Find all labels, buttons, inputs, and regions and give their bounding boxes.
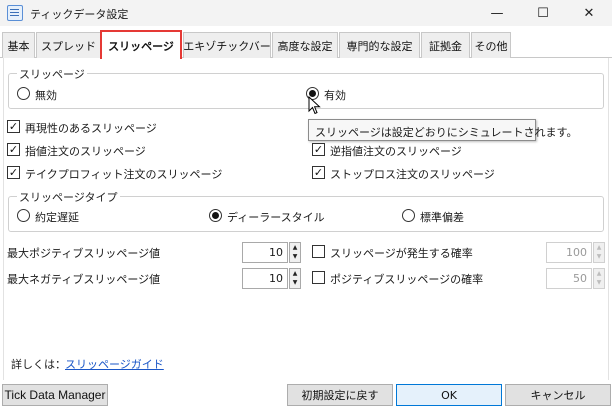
tab-spread[interactable]: スプレッド: [36, 32, 101, 58]
radio-standard-deviation[interactable]: [402, 209, 415, 222]
slippage-group-legend: スリッページ: [17, 66, 87, 82]
checkbox-reproducible-slippage-label: 再現性のあるスリッページ: [25, 122, 157, 135]
checkbox-slippage-probability[interactable]: [312, 245, 325, 258]
radio-execution-delay-label: 約定遅延: [35, 211, 79, 224]
minimize-button[interactable]: —: [474, 0, 520, 26]
checkbox-stop-loss-slippage-label: ストップロス注文のスリッページ: [330, 168, 495, 181]
checkbox-take-profit-slippage-label: テイクプロフィット注文のスリッページ: [25, 168, 223, 181]
tick-data-manager-button[interactable]: Tick Data Manager: [2, 384, 108, 406]
reset-defaults-button[interactable]: 初期設定に戻す: [287, 384, 393, 406]
spin-down-icon[interactable]: ▼: [594, 253, 604, 263]
tab-bar: 基本 スプレッド スリッページ エキゾチックバー 高度な設定 専門的な設定 証拠…: [0, 30, 612, 59]
positive-probability-spinner[interactable]: ▲ ▼: [593, 268, 605, 289]
close-button[interactable]: ✕: [566, 0, 612, 26]
tab-advanced[interactable]: 高度な設定: [272, 32, 338, 58]
max-negative-slippage-input[interactable]: 10: [242, 268, 288, 289]
spin-down-icon[interactable]: ▼: [290, 279, 300, 289]
tab-expert[interactable]: 専門的な設定: [339, 32, 420, 58]
radio-execution-delay[interactable]: [17, 209, 30, 222]
checkbox-positive-probability[interactable]: [312, 271, 325, 284]
window-title: ティックデータ設定: [30, 8, 129, 21]
slippage-type-group-legend: スリッページタイプ: [17, 189, 120, 205]
checkbox-limit-order-slippage[interactable]: ✓: [7, 143, 20, 156]
ok-button[interactable]: OK: [396, 384, 502, 406]
spin-up-icon[interactable]: ▲: [290, 243, 300, 253]
maximize-button[interactable]: ☐: [520, 0, 566, 26]
enabled-tooltip: スリッページは設定どおりにシミュレートされます。: [308, 119, 577, 141]
spin-down-icon[interactable]: ▼: [594, 279, 604, 289]
positive-probability-input[interactable]: 50: [546, 268, 592, 289]
details-prefix: 詳しくは：: [11, 358, 66, 371]
spin-up-icon[interactable]: ▲: [594, 269, 604, 279]
max-positive-slippage-label: 最大ポジティブスリッページ値: [7, 247, 161, 260]
checkbox-stop-limit-order-slippage[interactable]: ✓: [312, 143, 325, 156]
tab-basic[interactable]: 基本: [2, 32, 35, 58]
cancel-button[interactable]: キャンセル: [505, 384, 611, 406]
radio-slippage-enabled-label: 有効: [324, 89, 346, 102]
checkbox-stop-limit-order-slippage-label: 逆指値注文のスリッページ: [330, 145, 462, 158]
app-icon: [7, 5, 23, 21]
radio-standard-deviation-label: 標準偏差: [420, 211, 464, 224]
checkbox-limit-order-slippage-label: 指値注文のスリッページ: [25, 145, 146, 158]
tab-other[interactable]: その他: [471, 32, 511, 58]
slippage-guide-link[interactable]: スリッページガイド: [65, 356, 164, 372]
bottom-bar: Tick Data Manager 初期設定に戻す OK キャンセル: [0, 380, 612, 407]
checkbox-slippage-probability-label: スリッページが発生する確率: [330, 247, 473, 260]
tab-slippage[interactable]: スリッページ: [100, 30, 182, 59]
max-negative-slippage-label: 最大ネガティブスリッページ値: [7, 273, 161, 286]
spin-down-icon[interactable]: ▼: [290, 253, 300, 263]
checkbox-positive-probability-label: ポジティブスリッページの確率: [330, 273, 484, 286]
max-positive-slippage-spinner[interactable]: ▲ ▼: [289, 242, 301, 263]
slippage-probability-spinner[interactable]: ▲ ▼: [593, 242, 605, 263]
spin-up-icon[interactable]: ▲: [594, 243, 604, 253]
spin-up-icon[interactable]: ▲: [290, 269, 300, 279]
mouse-cursor-icon: [308, 96, 321, 115]
title-bar: ティックデータ設定 — ☐ ✕: [0, 0, 612, 26]
radio-dealer-style-label: ディーラースタイル: [227, 211, 325, 224]
checkbox-stop-loss-slippage[interactable]: ✓: [312, 166, 325, 179]
slippage-probability-input[interactable]: 100: [546, 242, 592, 263]
max-negative-slippage-spinner[interactable]: ▲ ▼: [289, 268, 301, 289]
tab-exotic-bars[interactable]: エキゾチックバー: [183, 32, 271, 58]
tab-margin[interactable]: 証拠金: [421, 32, 470, 58]
radio-dealer-style[interactable]: [209, 209, 222, 222]
checkbox-reproducible-slippage[interactable]: ✓: [7, 120, 20, 133]
radio-slippage-none-label: 無効: [35, 89, 57, 102]
checkbox-take-profit-slippage[interactable]: ✓: [7, 166, 20, 179]
radio-slippage-none[interactable]: [17, 87, 30, 100]
max-positive-slippage-input[interactable]: 10: [242, 242, 288, 263]
